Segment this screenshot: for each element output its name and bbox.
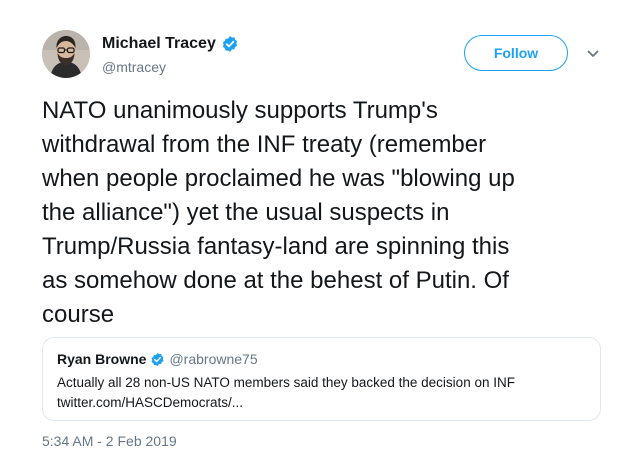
tweet-text-line: course (42, 301, 115, 328)
quoted-author-handle: @rabrowne75 (169, 351, 258, 367)
quoted-tweet-link: twitter.com/HASCDemocrats/... (57, 395, 244, 410)
quoted-tweet-text: Actually all 28 non-US NATO members said… (57, 373, 592, 413)
tweet-text-line: when people proclaimed he was "blowing u… (42, 165, 515, 192)
author-display-name[interactable]: Michael Tracey (102, 34, 216, 54)
chevron-down-icon[interactable] (586, 47, 600, 61)
tweet-text-line: Trump/Russia fantasy-land are spinning t… (42, 233, 510, 260)
follow-button[interactable]: Follow (464, 35, 568, 71)
tweet-text-line: NATO unanimously supports Trump's (42, 97, 438, 124)
quoted-tweet-header: Ryan Browne @rabrowne75 (57, 350, 258, 368)
tweet-text-line: as somehow done at the behest of Putin. … (42, 267, 509, 294)
user-avatar-icon[interactable] (42, 30, 90, 78)
tweet-text-line: the alliance") yet the usual suspects in (42, 199, 450, 226)
tweet-text-line: withdrawal from the INF treaty (remember (42, 131, 487, 158)
verified-badge-icon (150, 352, 165, 367)
author-name-row: Michael Tracey (102, 34, 239, 54)
tweet-timestamp[interactable]: 5:34 AM - 2 Feb 2019 (42, 432, 177, 450)
quoted-author-name: Ryan Browne (57, 351, 147, 367)
tweet-text: NATO unanimously supports Trump's withdr… (42, 94, 617, 332)
quoted-tweet-text-line: Actually all 28 non-US NATO members said… (57, 375, 515, 390)
author-handle[interactable]: @mtracey (102, 58, 166, 76)
quoted-tweet-card[interactable]: Ryan Browne @rabrowne75 Actually all 28 … (42, 337, 601, 421)
verified-badge-icon (221, 35, 239, 53)
tweet-card: Michael Tracey @mtracey Follow NATO unan… (0, 0, 644, 463)
